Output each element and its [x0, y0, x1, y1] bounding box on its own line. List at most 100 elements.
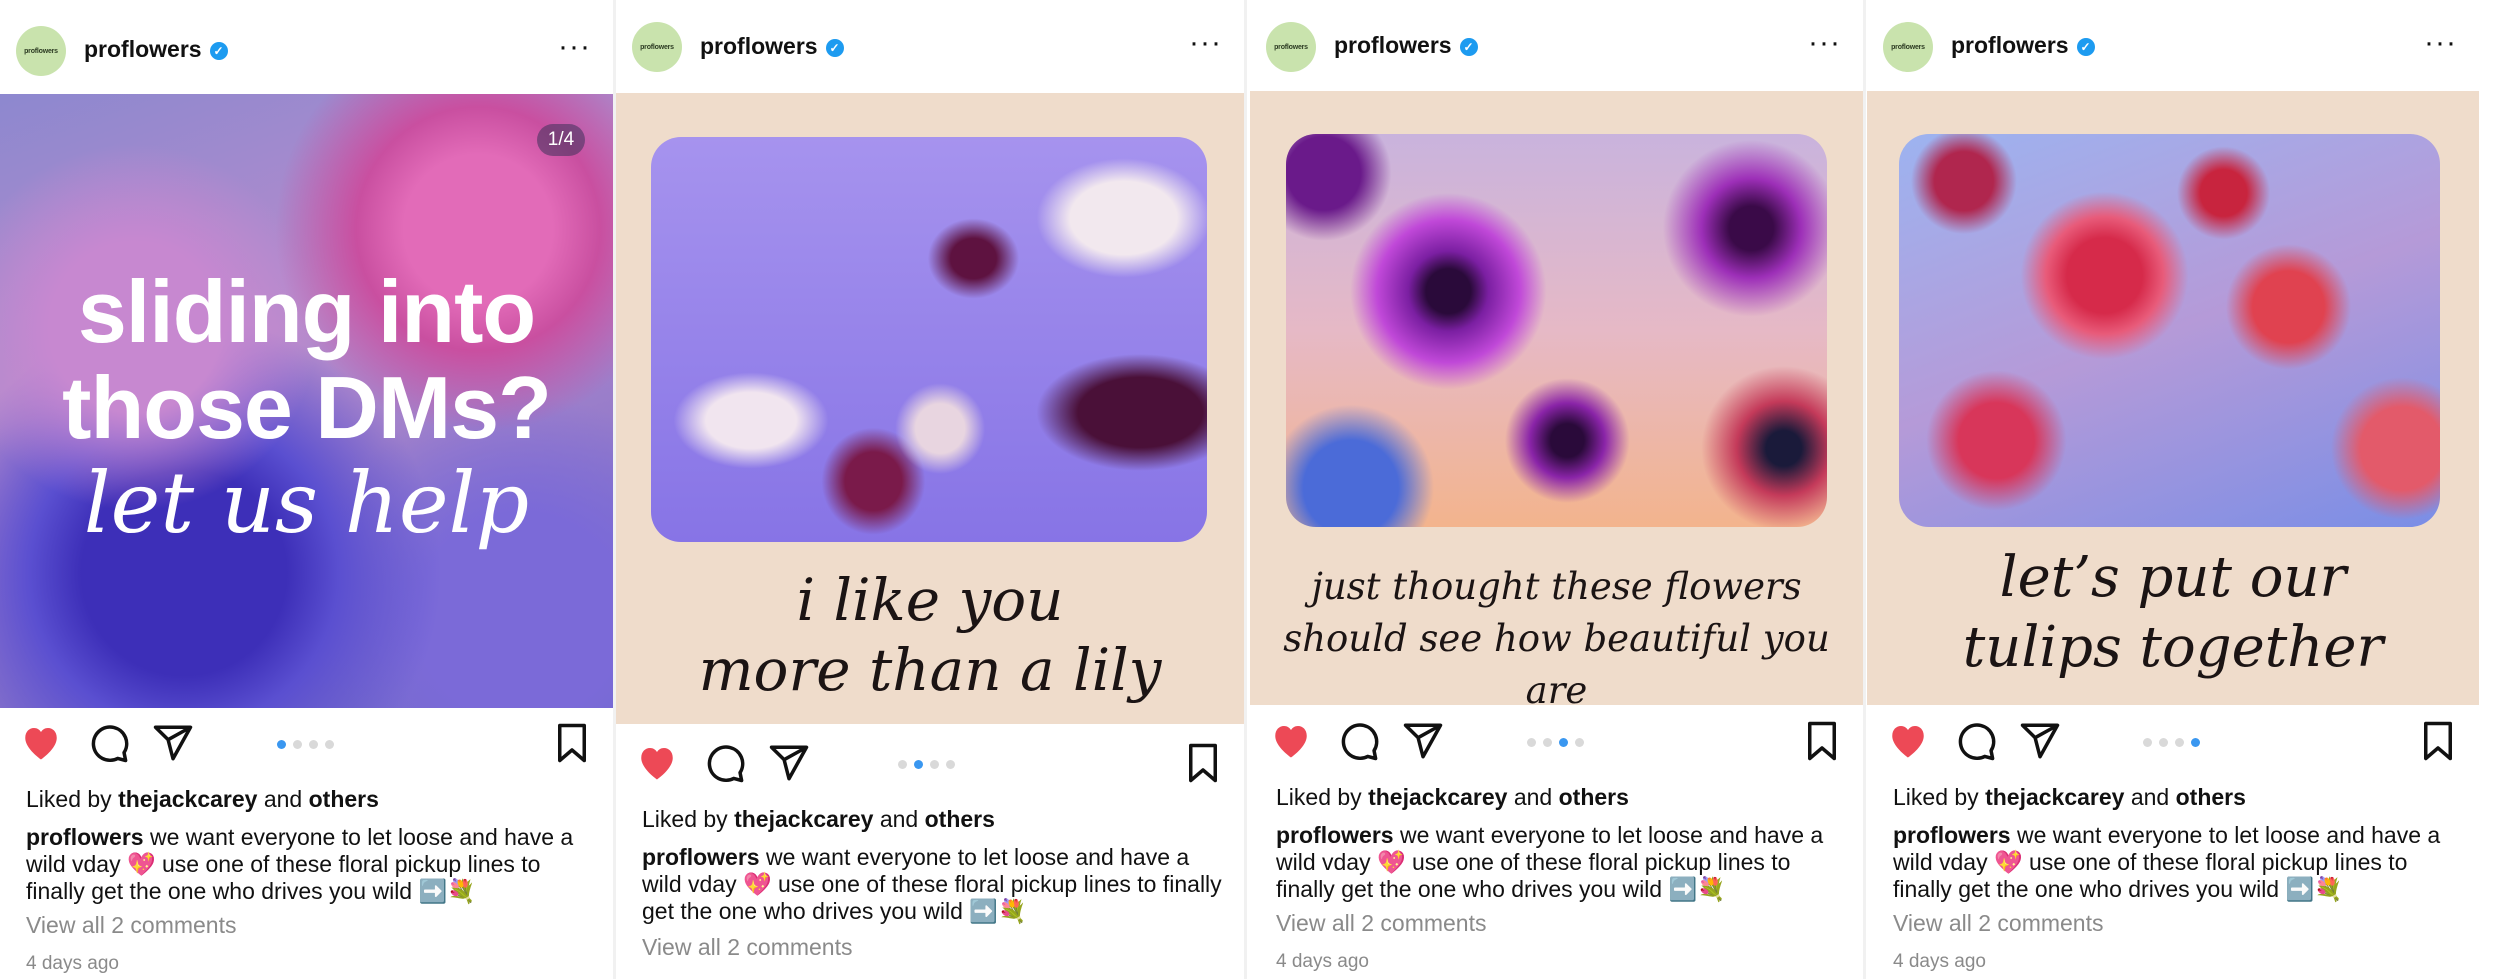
carousel-dot — [325, 740, 334, 749]
liked-and: and — [879, 806, 919, 832]
quote-line: should see how beautiful you are — [1283, 617, 1830, 705]
share-icon[interactable] — [152, 722, 194, 769]
username[interactable]: proflowers ✓ — [84, 36, 228, 63]
comment-icon[interactable] — [1338, 720, 1380, 767]
carousel-dot — [946, 760, 955, 769]
carousel-dot — [930, 760, 939, 769]
post-header: proflowers proflowers ✓ ··· — [616, 0, 1244, 92]
carousel-dot — [2191, 738, 2200, 747]
liked-others-link[interactable]: others — [1559, 784, 1629, 810]
carousel-dot — [1527, 738, 1536, 747]
bookmark-icon[interactable] — [1803, 720, 1841, 767]
avatar[interactable]: proflowers — [16, 26, 66, 76]
share-icon[interactable] — [2019, 720, 2061, 767]
carousel-dot — [2175, 738, 2184, 747]
username-text[interactable]: proflowers — [84, 36, 202, 62]
liked-prefix: Liked by — [1276, 784, 1362, 810]
post-image[interactable]: just thought these flowers should see ho… — [1250, 91, 1863, 705]
liked-and: and — [2130, 784, 2170, 810]
heart-icon[interactable] — [1887, 720, 1929, 765]
caption: proflowers we want everyone to let loose… — [1276, 822, 1841, 903]
caption-username[interactable]: proflowers — [26, 824, 144, 850]
quote-line: let’s put our — [1999, 545, 2347, 610]
liked-prefix: Liked by — [1893, 784, 1979, 810]
post-header: proflowers proflowers ✓ ··· — [1867, 0, 2479, 92]
liked-others-link[interactable]: others — [925, 806, 995, 832]
action-bar — [1867, 720, 2479, 770]
liked-others-link[interactable]: others — [309, 786, 379, 812]
liked-and: and — [263, 786, 303, 812]
view-comments-link[interactable]: View all 2 comments — [1893, 910, 2457, 937]
carousel-dots — [898, 760, 955, 769]
liked-user-link[interactable]: thejackcarey — [1368, 784, 1507, 810]
caption-username[interactable]: proflowers — [1276, 822, 1394, 848]
action-bar — [616, 742, 1244, 792]
heart-icon[interactable] — [1270, 720, 1312, 765]
liked-user-link[interactable]: thejackcarey — [734, 806, 873, 832]
post-image[interactable]: i like you more than a lily — [616, 93, 1244, 724]
carousel-dot — [914, 760, 923, 769]
bookmark-icon[interactable] — [553, 722, 591, 769]
caption-username[interactable]: proflowers — [1893, 822, 2011, 848]
username[interactable]: proflowers ✓ — [1951, 32, 2095, 59]
slide-title: sliding into those DMs? — [62, 262, 552, 457]
caption: proflowers we want everyone to let loose… — [26, 824, 591, 905]
carousel-dot — [309, 740, 318, 749]
carousel-dot — [2143, 738, 2152, 747]
post-header: proflowers proflowers ✓ ··· — [0, 4, 613, 96]
liked-user-link[interactable]: thejackcarey — [118, 786, 257, 812]
username[interactable]: proflowers ✓ — [1334, 32, 1478, 59]
post-3: proflowers proflowers ✓ ··· just thought … — [1250, 0, 1863, 979]
verified-icon: ✓ — [1459, 38, 1478, 56]
slide-quote: i like you more than a lily — [616, 565, 1244, 705]
post-image[interactable]: 1/4 sliding into those DMs? let us help — [0, 94, 613, 708]
more-icon[interactable]: ··· — [1808, 26, 1841, 60]
username-text[interactable]: proflowers — [1951, 32, 2069, 58]
divider — [1244, 0, 1247, 979]
liked-user-link[interactable]: thejackcarey — [1985, 784, 2124, 810]
username-text[interactable]: proflowers — [700, 33, 818, 59]
comment-icon[interactable] — [88, 722, 130, 769]
carousel-dot — [2159, 738, 2168, 747]
action-bar — [0, 722, 613, 772]
more-icon[interactable]: ··· — [2424, 26, 2457, 60]
avatar[interactable]: proflowers — [632, 22, 682, 72]
post-header: proflowers proflowers ✓ ··· — [1250, 0, 1863, 92]
likes-line: Liked by thejackcarey and others — [1276, 784, 1841, 811]
quote-line: tulips together — [1962, 615, 2384, 680]
caption: proflowers we want everyone to let loose… — [1893, 822, 2457, 903]
liked-others-link[interactable]: others — [2176, 784, 2246, 810]
carousel-dot — [898, 760, 907, 769]
bookmark-icon[interactable] — [2419, 720, 2457, 767]
carousel-dots — [2143, 738, 2200, 747]
caption-username[interactable]: proflowers — [642, 844, 760, 870]
likes-line: Liked by thejackcarey and others — [642, 806, 1222, 833]
divider — [1863, 0, 1866, 979]
username-text[interactable]: proflowers — [1334, 32, 1452, 58]
bookmark-icon[interactable] — [1184, 742, 1222, 789]
carousel-dots — [1527, 738, 1584, 747]
heart-icon[interactable] — [636, 742, 678, 787]
share-icon[interactable] — [768, 742, 810, 789]
caption: proflowers we want everyone to let loose… — [642, 844, 1222, 925]
post-4: proflowers proflowers ✓ ··· let’s put our… — [1867, 0, 2479, 979]
verified-icon: ✓ — [2076, 38, 2095, 56]
post-2: proflowers proflowers ✓ ··· i like you mo… — [616, 0, 1244, 979]
comment-icon[interactable] — [1955, 720, 1997, 767]
username[interactable]: proflowers ✓ — [700, 33, 844, 60]
avatar[interactable]: proflowers — [1883, 22, 1933, 72]
verified-icon: ✓ — [825, 39, 844, 57]
lily-photo — [651, 137, 1207, 542]
more-icon[interactable]: ··· — [558, 30, 591, 64]
slide-quote: let’s put our tulips together — [1867, 543, 2479, 683]
quote-line: i like you — [796, 566, 1064, 634]
comment-icon[interactable] — [704, 742, 746, 789]
post-image[interactable]: let’s put our tulips together — [1867, 91, 2479, 705]
view-comments-link[interactable]: View all 2 comments — [1276, 910, 1841, 937]
heart-icon[interactable] — [20, 722, 62, 767]
avatar[interactable]: proflowers — [1266, 22, 1316, 72]
more-icon[interactable]: ··· — [1189, 26, 1222, 60]
view-comments-link[interactable]: View all 2 comments — [642, 934, 1222, 961]
view-comments-link[interactable]: View all 2 comments — [26, 912, 591, 939]
share-icon[interactable] — [1402, 720, 1444, 767]
